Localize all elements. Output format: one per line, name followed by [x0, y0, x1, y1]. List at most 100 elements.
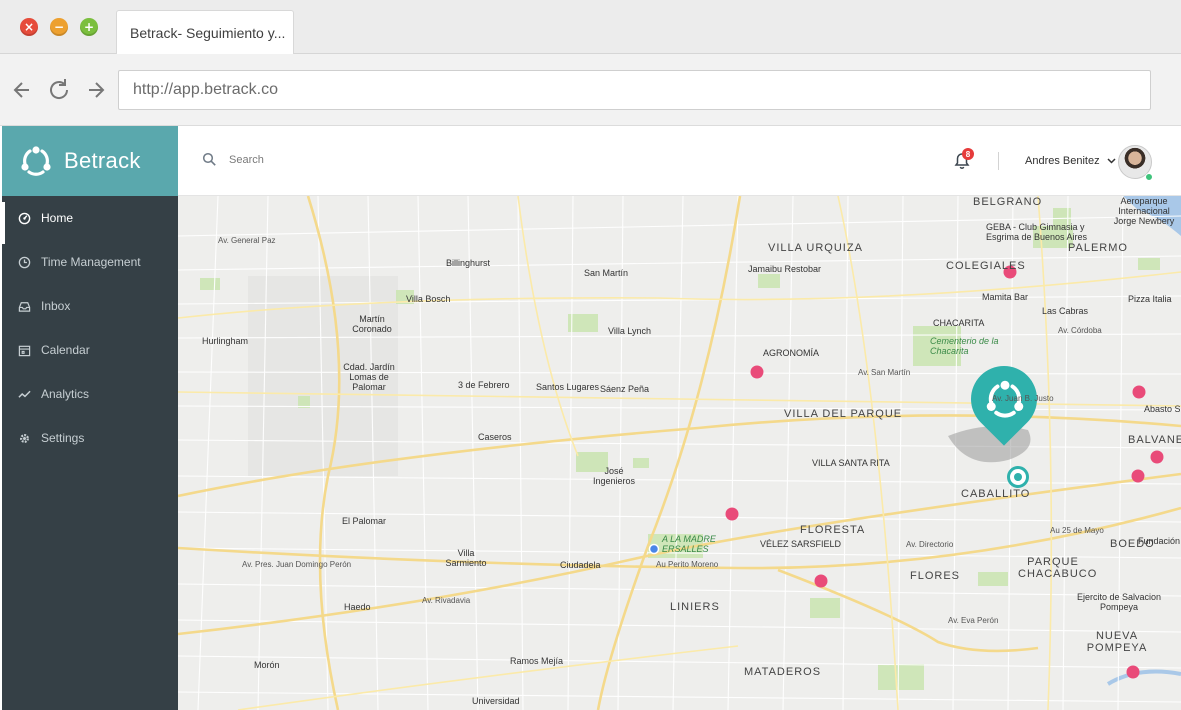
search-bar [202, 152, 389, 167]
tab-bar: × − + Betrack- Seguimiento y... [0, 0, 1181, 55]
map-label-ramos-mejia: Ramos Mejía [510, 656, 564, 666]
chart-icon [18, 390, 31, 398]
minimize-window-button[interactable]: − [50, 18, 68, 36]
maximize-window-button[interactable]: + [80, 18, 98, 36]
pin-anchor-dot [1014, 473, 1022, 481]
calendar-icon [18, 345, 31, 356]
sidebar-item-inbox[interactable]: Inbox [2, 284, 178, 328]
reload-icon[interactable] [46, 76, 72, 104]
browser-tab[interactable]: Betrack- Seguimiento y... [116, 10, 294, 55]
map-base [178, 196, 1181, 710]
map-label-haedo: Haedo [344, 602, 371, 612]
chevron-down-icon [1107, 158, 1116, 164]
header-divider [998, 152, 999, 170]
map-label-caballito: CABALLITO [961, 488, 1031, 500]
address-bar: http://app.betrack.co [0, 54, 1181, 126]
map-label-la-madre: A LA MADRE ERSALLES [662, 534, 716, 554]
search-icon[interactable] [202, 152, 217, 167]
map-label-san-martin-av: Av. San Martín [858, 368, 911, 377]
dashboard-icon [18, 212, 31, 224]
map-label-ejercito: Ejercito de Salvacion Pompeya [1076, 592, 1162, 612]
sidebar-item-analytics[interactable]: Analytics [2, 372, 178, 416]
betrack-logo-icon [21, 146, 51, 176]
brand-header[interactable]: Betrack [2, 126, 178, 196]
sidebar: Home Time Management Inbox Calendar Anal… [2, 196, 178, 710]
map-label-hurlingham: Hurlingham [202, 336, 249, 346]
map-label-villa-bosch: Villa Bosch [406, 294, 451, 304]
map-label-mataderos: MATADEROS [744, 666, 822, 678]
map-label-geba: GEBA - Club Gimnasia y Esgrima de Buenos… [986, 222, 1088, 242]
sidebar-item-label: Analytics [41, 387, 90, 401]
gear-icon [20, 433, 29, 443]
map-label-caseros: Caseros [478, 432, 512, 442]
betrack-app: Betrack Home Time Management Inbox Calen… [2, 126, 1181, 710]
notification-count-badge: 8 [962, 148, 974, 160]
map-label-villa-urquiza: VILLA URQUIZA [768, 242, 863, 254]
map-label-rivadavia: Av. Rivadavia [422, 596, 471, 605]
close-window-button[interactable]: × [20, 18, 38, 36]
map-label-25-mayo: Au 25 de Mayo [1050, 526, 1104, 535]
map-label-villa-santa-rita: VILLA SANTA RITA [812, 458, 890, 468]
url-text: http://app.betrack.co [133, 81, 278, 98]
back-icon[interactable] [10, 76, 36, 104]
map-label-cordoba: Av. Córdoba [1058, 326, 1102, 335]
map-label-chacarita: CHACARITA [933, 318, 985, 328]
map-label-villa-del-parque: VILLA DEL PARQUE [784, 408, 903, 420]
sidebar-item-calendar[interactable]: Calendar [2, 328, 178, 372]
map-label-villa-sarmiento: Villa Sarmiento [445, 548, 487, 568]
map-label-gral-paz: Av. General Paz [218, 236, 276, 245]
map-label-belgrano: BELGRANO [973, 196, 1043, 208]
map-label-perito-moreno: Au Perito Moreno [656, 560, 719, 569]
map-label-aeroparque: Aeroparque Internacional Jorge Newbery [1113, 196, 1175, 226]
map-label-abasto: Abasto S [1144, 404, 1181, 414]
map-label-santos-lugares: Santos Lugares [536, 382, 600, 392]
map-label-martin-coronado: Martín Coronado [352, 314, 392, 334]
brand-name: Betrack [64, 148, 141, 173]
sidebar-item-label: Settings [41, 431, 85, 445]
map-label-parque-chacabuco: PARQUE CHACABUCO [1018, 556, 1098, 580]
map-label-fundacion: Fundación Ca [1138, 536, 1181, 546]
map-label-san-martin: San Martín [584, 268, 629, 278]
browser-window: × − + Betrack- Seguimiento y... http://a… [0, 0, 1181, 710]
map-label-ciudadela: Ciudadela [560, 560, 601, 570]
map-label-cdad-jardin: Cdad. Jardín Lomas de Palomar [343, 362, 395, 392]
map-label-directorio: Av. Directorio [906, 540, 954, 549]
map-label-flores: FLORES [910, 570, 961, 582]
map-label-cementerio: Cementerio de la Chacarita [930, 336, 999, 356]
forward-icon[interactable] [82, 76, 108, 104]
map-label-agronomia: AGRONOMÍA [763, 348, 820, 358]
sidebar-item-label: Inbox [41, 299, 71, 313]
map-label-juan-b-justo: Av. Juan B. Justo [992, 394, 1054, 403]
map-label-liniers: LINIERS [670, 601, 720, 613]
map-label-peron: Av. Pres. Juan Domingo Perón [242, 560, 352, 569]
map-label-eva-peron: Av. Eva Perón [948, 616, 999, 625]
map-label-jose-ingenieros: José Ingenieros [592, 466, 636, 486]
map-label-nueva-pompeya: NUEVA POMPEYA [1086, 630, 1148, 654]
map-label-universidad: Universidad [472, 696, 520, 706]
sidebar-item-label: Time Management [41, 255, 141, 269]
map-label-billinghurst: Billinghurst [446, 258, 491, 268]
clock-icon [18, 256, 31, 268]
sidebar-item-label: Calendar [41, 343, 90, 357]
map-label-moron: Morón [254, 660, 280, 670]
map-view[interactable]: VILLA URQUIZA BELGRANO COLEGIALES PALERM… [178, 196, 1181, 710]
map-label-balvanera: BALVANER [1128, 434, 1181, 446]
map-label-las-cabras: Las Cabras [1042, 306, 1089, 316]
user-menu[interactable]: Andres Benitez [1025, 155, 1116, 167]
search-input[interactable] [229, 153, 389, 166]
map-label-3-de-febrero: 3 de Febrero [458, 380, 510, 390]
map-label-colegiales: COLEGIALES [946, 260, 1026, 272]
tab-title: Betrack- Seguimiento y... [130, 25, 286, 41]
top-header: 8 Andres Benitez [178, 126, 1181, 196]
url-field[interactable]: http://app.betrack.co [118, 70, 1151, 110]
sidebar-item-settings[interactable]: Settings [2, 416, 178, 460]
sidebar-item-time-management[interactable]: Time Management [2, 240, 178, 284]
sidebar-item-home[interactable]: Home [2, 196, 178, 244]
sidebar-item-label: Home [41, 211, 74, 225]
map-label-pizza-italia: Pizza Italia [1128, 294, 1172, 304]
map-label-palermo: PALERMO [1068, 242, 1128, 254]
map-label-jamaibu: Jamaibu Restobar [748, 264, 822, 274]
map-label-velez: VÉLEZ SARSFIELD [760, 539, 842, 549]
online-status-dot [1145, 173, 1153, 181]
inbox-icon [18, 301, 31, 312]
